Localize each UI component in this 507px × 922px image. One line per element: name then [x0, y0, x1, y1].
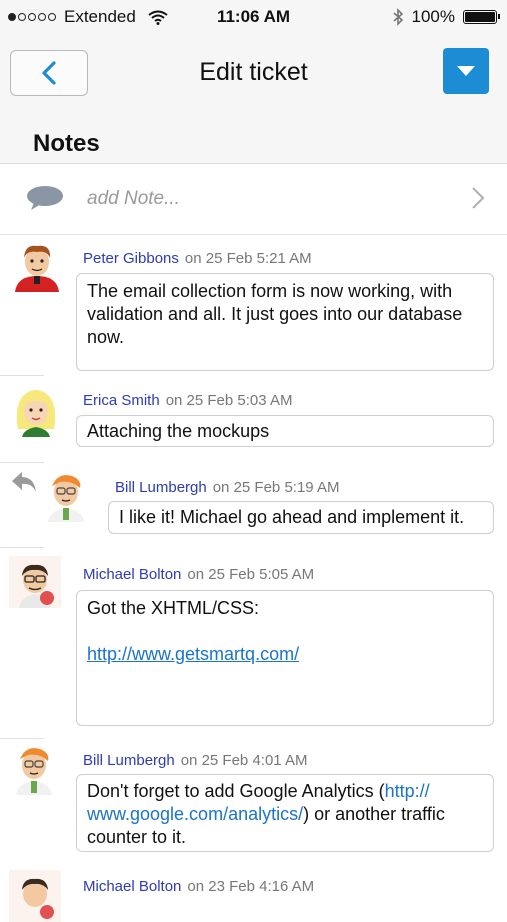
- note-link-part1[interactable]: http://: [385, 781, 430, 801]
- note-timestamp: on 23 Feb 4:16 AM: [187, 878, 315, 895]
- note-link-part2[interactable]: www.google.com/analytics/: [87, 804, 303, 824]
- author-name[interactable]: Bill Lumbergh: [83, 752, 175, 769]
- note-timestamp: on 25 Feb 4:01 AM: [180, 752, 308, 769]
- note-item: Erica Smith on 25 Feb 5:03 AM Attaching t…: [0, 375, 507, 465]
- note-meta: Peter Gibbons on 25 Feb 5:21 AM: [83, 250, 312, 267]
- note-text-before: Don't forget to add Google Analytics (: [87, 781, 385, 801]
- avatar: [16, 390, 56, 437]
- note-text: Got the XHTML/CSS:: [87, 598, 260, 618]
- avatar: [15, 245, 59, 292]
- options-dropdown-button[interactable]: [443, 48, 489, 94]
- notes-section-header: Notes: [0, 116, 507, 164]
- page-title: Edit ticket: [199, 58, 308, 86]
- avatar: [48, 475, 84, 522]
- status-right: 100%: [392, 7, 500, 27]
- note-message: Don't forget to add Google Analytics (ht…: [76, 774, 494, 852]
- author-name[interactable]: Erica Smith: [83, 392, 160, 409]
- note-item: Bill Lumbergh on 25 Feb 4:01 AM Don't for…: [0, 740, 507, 858]
- note-link[interactable]: http://www.getsmartq.com/: [87, 644, 299, 664]
- avatar: [16, 748, 52, 795]
- note-item: Peter Gibbons on 25 Feb 5:21 AM The email…: [0, 234, 507, 376]
- status-bar: Extended 11:06 AM 100%: [0, 0, 507, 34]
- reply-arrow-icon: [12, 472, 36, 492]
- note-item: Bill Lumbergh on 25 Feb 5:19 AM I like it…: [0, 462, 507, 548]
- author-name[interactable]: Michael Bolton: [83, 878, 181, 895]
- note-item: Michael Bolton on 25 Feb 5:05 AM Got the …: [0, 548, 507, 739]
- note-text: I like it! Michael go ahead and implemen…: [119, 507, 465, 527]
- author-name[interactable]: Michael Bolton: [83, 566, 181, 583]
- battery-icon: [463, 10, 500, 24]
- author-name[interactable]: Bill Lumbergh: [115, 479, 207, 496]
- separator: [0, 738, 44, 739]
- speech-bubble-icon: [27, 186, 63, 210]
- battery-percent: 100%: [411, 7, 455, 26]
- author-name[interactable]: Peter Gibbons: [83, 250, 179, 267]
- note-timestamp: on 25 Feb 5:21 AM: [184, 250, 312, 267]
- note-message: I like it! Michael go ahead and implemen…: [108, 501, 494, 534]
- add-note-placeholder: add Note...: [87, 188, 180, 209]
- avatar: [9, 556, 61, 608]
- notes-heading: Notes: [33, 130, 100, 157]
- note-text: Attaching the mockups: [87, 421, 270, 441]
- bluetooth-icon: [392, 8, 403, 26]
- note-item: Michael Bolton on 23 Feb 4:16 AM: [0, 862, 507, 922]
- navigation-bar: Edit ticket: [0, 34, 507, 148]
- note-meta: Bill Lumbergh on 25 Feb 4:01 AM: [83, 752, 307, 769]
- note-meta: Michael Bolton on 23 Feb 4:16 AM: [83, 878, 314, 895]
- note-timestamp: on 25 Feb 5:03 AM: [165, 392, 293, 409]
- note-message: Got the XHTML/CSS: http://www.getsmartq.…: [76, 590, 494, 726]
- note-message: The email collection form is now working…: [76, 273, 494, 371]
- add-note-row[interactable]: add Note...: [0, 164, 507, 235]
- avatar: [9, 870, 61, 922]
- caret-down-icon: [457, 66, 475, 76]
- note-timestamp: on 25 Feb 5:19 AM: [212, 479, 340, 496]
- note-meta: Michael Bolton on 25 Feb 5:05 AM: [83, 566, 314, 583]
- note-message: Attaching the mockups: [76, 415, 494, 447]
- note-meta: Erica Smith on 25 Feb 5:03 AM: [83, 392, 292, 409]
- chevron-right-icon: [472, 187, 485, 209]
- note-timestamp: on 25 Feb 5:05 AM: [187, 566, 315, 583]
- note-meta: Bill Lumbergh on 25 Feb 5:19 AM: [115, 479, 339, 496]
- note-text: The email collection form is now working…: [87, 281, 463, 347]
